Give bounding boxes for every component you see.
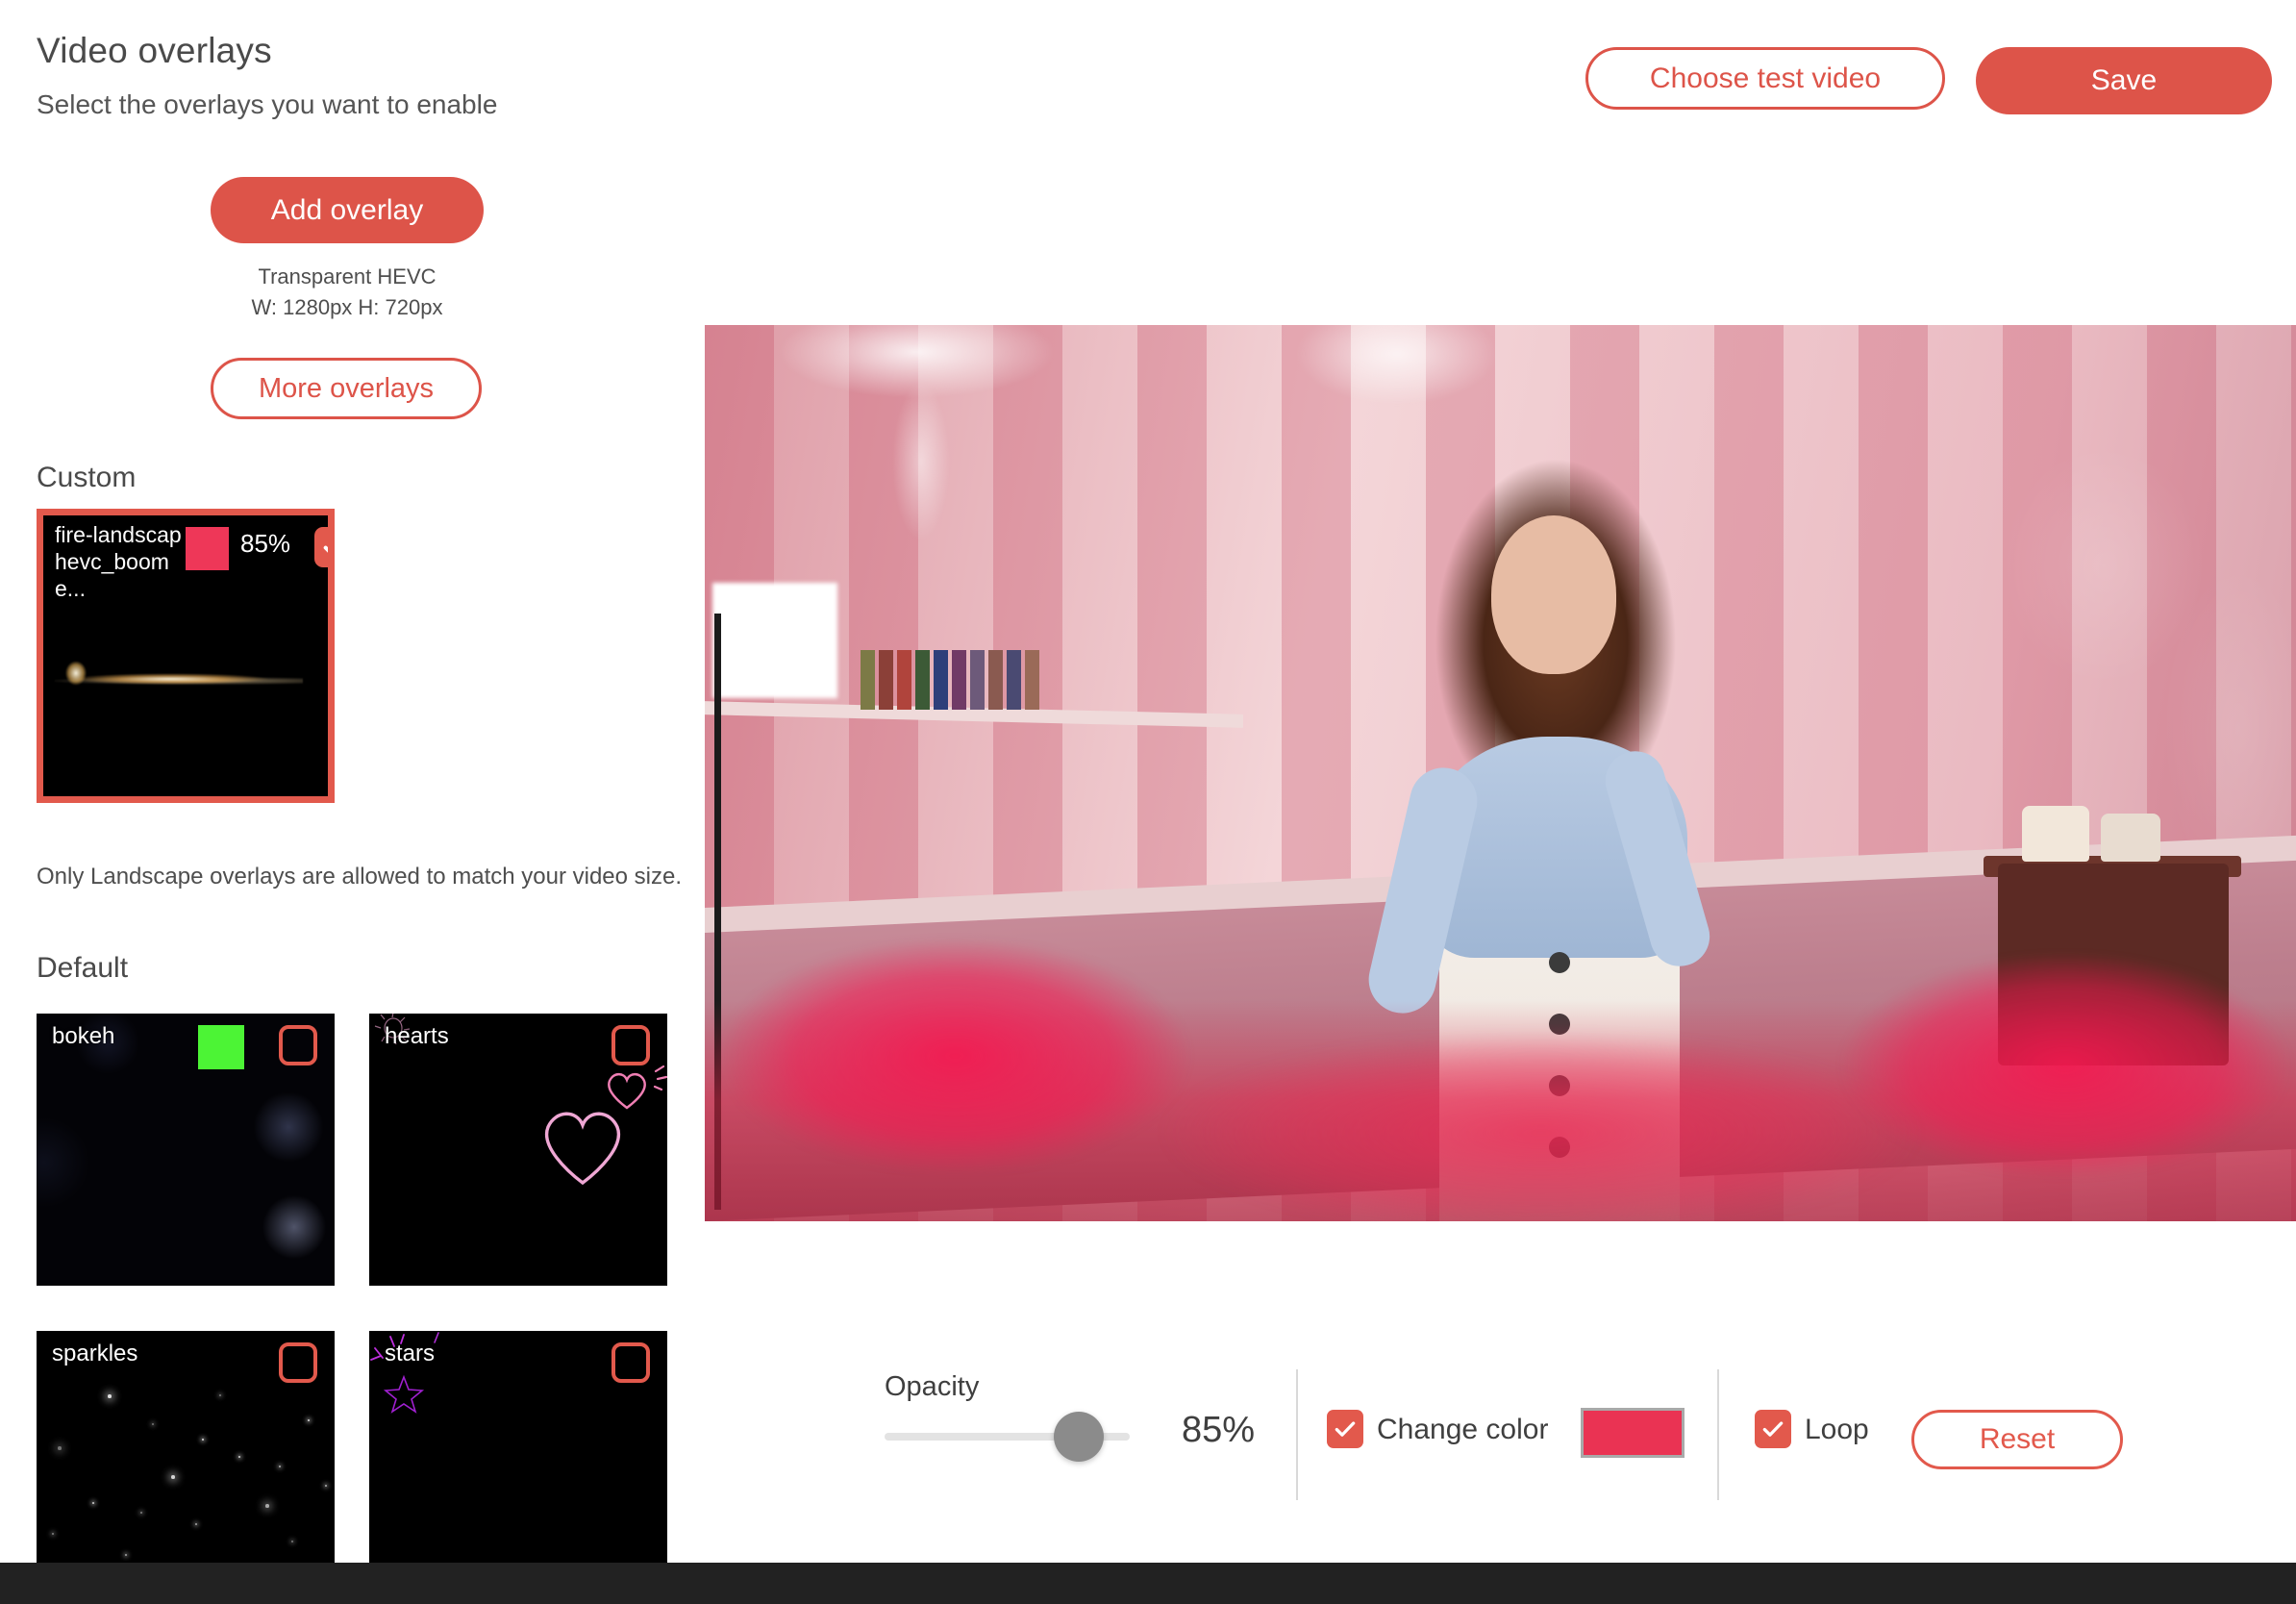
video-preview[interactable]	[705, 325, 2296, 1221]
overlay-card-hearts[interactable]: hearts	[369, 1014, 667, 1286]
opacity-slider-thumb[interactable]	[1054, 1412, 1104, 1462]
face	[1491, 515, 1616, 674]
shelf-bottles	[861, 650, 1111, 710]
hevc-dimensions-text: W: 1280px H: 720px	[251, 294, 443, 319]
check-icon	[1762, 1421, 1784, 1437]
sparkle-dot	[325, 1485, 327, 1487]
overlay-fire-right	[1796, 921, 2296, 1221]
custom-overlay-name-line2: hevc_boome...	[55, 549, 169, 602]
landscape-note: Only Landscape overlays are allowed to m…	[37, 864, 683, 890]
color-swatch-picker[interactable]	[1581, 1408, 1685, 1458]
overlay-label: hearts	[385, 1023, 449, 1049]
opacity-label: Opacity	[885, 1371, 980, 1402]
choose-test-video-button[interactable]: Choose test video	[1585, 47, 1945, 110]
sparkle-dot	[279, 1466, 281, 1467]
custom-overlay-name-line1: fire-landscap	[55, 522, 182, 547]
sparkle-dot	[308, 1419, 310, 1421]
overlay-color-swatch[interactable]	[198, 1025, 244, 1069]
overlays-page: Video overlays Select the overlays you w…	[0, 0, 2296, 1604]
custom-overlay-opacity: 85%	[240, 529, 291, 558]
sparkle-dot	[92, 1502, 94, 1504]
reset-button[interactable]: Reset	[1911, 1410, 2123, 1469]
sparkle-dot	[265, 1504, 269, 1508]
divider	[1296, 1369, 1298, 1500]
default-section-label: Default	[37, 952, 129, 984]
cake-right	[2101, 814, 2160, 862]
sparkle-dot	[195, 1523, 197, 1525]
window-light	[712, 583, 837, 698]
sparkle-dot	[291, 1541, 293, 1542]
loop-label: Loop	[1805, 1414, 1869, 1445]
sparkle-dot	[58, 1446, 62, 1450]
chandelier-secondary	[1243, 325, 1532, 469]
save-button[interactable]: Save	[1976, 47, 2272, 114]
sparkle-dot	[219, 1394, 221, 1396]
hevc-format-text: Transparent HEVC	[258, 264, 437, 288]
sparkle-dot	[202, 1439, 204, 1441]
divider	[1717, 1369, 1719, 1500]
custom-overlay-color-swatch[interactable]	[186, 527, 229, 570]
overlay-label: bokeh	[52, 1023, 115, 1049]
chandelier	[724, 325, 1128, 606]
opacity-value: 85%	[1182, 1410, 1256, 1450]
check-icon	[1335, 1421, 1356, 1437]
overlay-card-bokeh[interactable]: bokeh	[37, 1014, 335, 1286]
page-subtitle: Select the overlays you want to enable	[37, 89, 498, 119]
cake-left	[2022, 806, 2089, 862]
hevc-info: Transparent HEVC W: 1280px H: 720px	[211, 262, 484, 323]
check-icon	[323, 545, 328, 553]
change-color-checkbox[interactable]	[1327, 1410, 1363, 1448]
add-overlay-button[interactable]: Add overlay	[211, 177, 484, 243]
sparkle-dot	[171, 1475, 175, 1479]
custom-section-label: Custom	[37, 462, 137, 493]
overlay-label: sparkles	[52, 1341, 138, 1366]
overlay-label: stars	[385, 1341, 436, 1366]
overlay-checkbox[interactable]	[279, 1025, 317, 1065]
custom-overlay-name: fire-landscap hevc_boome...	[55, 521, 199, 602]
sparkle-dot	[108, 1394, 112, 1398]
page-title: Video overlays	[37, 31, 272, 70]
custom-overlay-card[interactable]: fire-landscap hevc_boome... 85%	[37, 509, 335, 803]
sparkle-dot	[140, 1512, 142, 1514]
bottom-bar	[0, 1563, 2296, 1604]
sparkle-dot	[125, 1554, 127, 1556]
loop-checkbox[interactable]	[1755, 1410, 1791, 1448]
sparkle-dot	[52, 1533, 54, 1535]
overlay-checkbox[interactable]	[279, 1342, 317, 1383]
sparkle-dot	[238, 1456, 240, 1458]
overlay-checkbox[interactable]	[611, 1025, 650, 1065]
change-color-label: Change color	[1377, 1414, 1549, 1445]
fire-trail-art	[55, 656, 303, 690]
overlay-checkbox[interactable]	[611, 1342, 650, 1383]
custom-overlay-checkbox[interactable]	[314, 527, 328, 567]
sparkle-dot	[152, 1423, 154, 1425]
more-overlays-button[interactable]: More overlays	[211, 358, 482, 419]
